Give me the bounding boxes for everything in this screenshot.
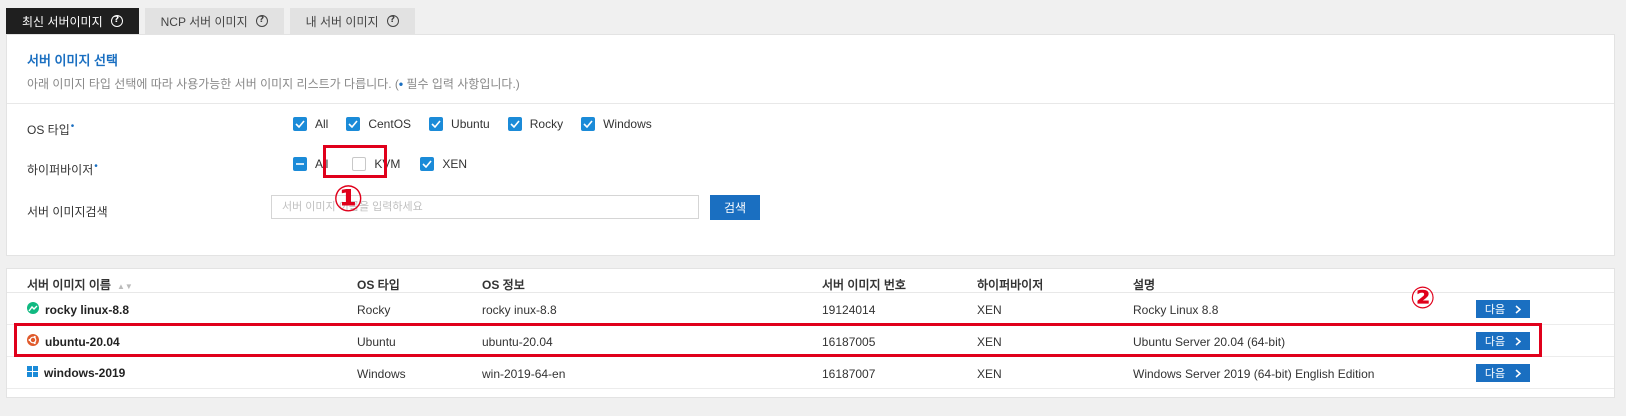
os-type-options: All CentOS Ubuntu Rocky Windows — [293, 115, 670, 133]
image-filter-panel: 서버 이미지 선택 아래 이미지 타입 선택에 따라 사용가능한 서버 이미지 … — [6, 34, 1615, 256]
os-type-cell: Rocky — [357, 303, 391, 317]
image-number-cell: 16187007 — [822, 367, 876, 381]
table-header: 서버 이미지 이름 ▲▼ OS 타입 OS 정보 서버 이미지 번호 하이퍼바이저… — [7, 269, 1614, 293]
checkbox-checked-icon[interactable] — [507, 117, 522, 131]
image-search-label: 서버 이미지검색 — [27, 205, 108, 219]
header-os-type: OS 타입 — [357, 278, 400, 292]
ubuntu-row-highlight-box — [14, 323, 1542, 357]
description-cell: Rocky Linux 8.8 — [1133, 303, 1219, 317]
os-type-option-all[interactable]: All — [293, 115, 328, 133]
checkbox-checked-icon[interactable] — [420, 157, 435, 171]
hypervisor-label: 하이퍼바이저• — [27, 161, 98, 177]
header-os-info: OS 정보 — [482, 278, 525, 292]
tab-my-server-image[interactable]: 내 서버 이미지 ? — [289, 8, 415, 34]
os-type-option-centos[interactable]: CentOS — [346, 115, 411, 133]
os-type-option-rocky[interactable]: Rocky — [507, 115, 563, 133]
search-button[interactable]: 검색 — [710, 195, 760, 220]
checkbox-indeterminate-icon[interactable] — [293, 157, 307, 171]
checkbox-checked-icon[interactable] — [581, 117, 596, 131]
rocky-icon — [27, 302, 39, 317]
annotation-number-2: ② — [1410, 281, 1436, 316]
image-tabs: 최신 서버이미지 ? NCP 서버 이미지 ? 내 서버 이미지 ? — [6, 8, 415, 34]
checkbox-checked-icon[interactable] — [346, 117, 361, 131]
section-title: 서버 이미지 선택 — [27, 53, 118, 68]
header-name[interactable]: 서버 이미지 이름 ▲▼ — [27, 276, 133, 293]
required-mark: • — [94, 161, 98, 172]
help-icon[interactable]: ? — [110, 15, 123, 27]
kvm-highlight-box — [323, 145, 387, 178]
table-row: rocky linux-8.8 Rocky rocky inux-8.8 191… — [7, 293, 1614, 325]
description-cell: Windows Server 2019 (64-bit) English Edi… — [1133, 367, 1375, 381]
tab-ncp-server-image[interactable]: NCP 서버 이미지 ? — [144, 8, 284, 34]
help-icon[interactable]: ? — [386, 15, 399, 27]
tab-latest-server-image[interactable]: 최신 서버이미지 ? — [6, 8, 139, 34]
hypervisor-option-xen[interactable]: XEN — [420, 155, 467, 173]
os-type-option-ubuntu[interactable]: Ubuntu — [429, 115, 490, 133]
os-info-cell: rocky inux-8.8 — [482, 303, 557, 317]
os-type-option-windows[interactable]: Windows — [581, 115, 652, 133]
image-name: rocky linux-8.8 — [27, 302, 129, 317]
hypervisor-cell: XEN — [977, 367, 1002, 381]
sort-icon[interactable]: ▲▼ — [117, 282, 133, 291]
section-description: 아래 이미지 타입 선택에 따라 사용가능한 서버 이미지 리스트가 다릅니다.… — [27, 77, 520, 91]
windows-icon — [27, 366, 38, 380]
header-description: 설명 — [1133, 278, 1156, 292]
hypervisor-cell: XEN — [977, 303, 1002, 317]
header-image-number: 서버 이미지 번호 — [822, 278, 906, 292]
next-button[interactable]: 다음 — [1476, 300, 1530, 318]
chevron-right-icon — [1515, 368, 1522, 378]
chevron-right-icon — [1515, 304, 1522, 314]
hypervisor-options: All KVM XEN — [293, 155, 485, 173]
image-name: windows-2019 — [27, 366, 125, 380]
os-type-label: OS 타입• — [27, 121, 75, 137]
os-info-cell: win-2019-64-en — [482, 367, 566, 381]
image-number-cell: 19124014 — [822, 303, 876, 317]
os-type-cell: Windows — [357, 367, 406, 381]
header-hypervisor: 하이퍼바이저 — [977, 278, 1044, 292]
table-row: windows-2019 Windows win-2019-64-en 1618… — [7, 357, 1614, 389]
help-icon[interactable]: ? — [255, 15, 268, 27]
annotation-number-1: ① — [333, 179, 364, 220]
checkbox-checked-icon[interactable] — [429, 117, 444, 131]
required-mark: • — [70, 121, 75, 132]
next-button[interactable]: 다음 — [1476, 364, 1530, 382]
divider — [7, 103, 1614, 104]
checkbox-checked-icon[interactable] — [293, 117, 307, 131]
